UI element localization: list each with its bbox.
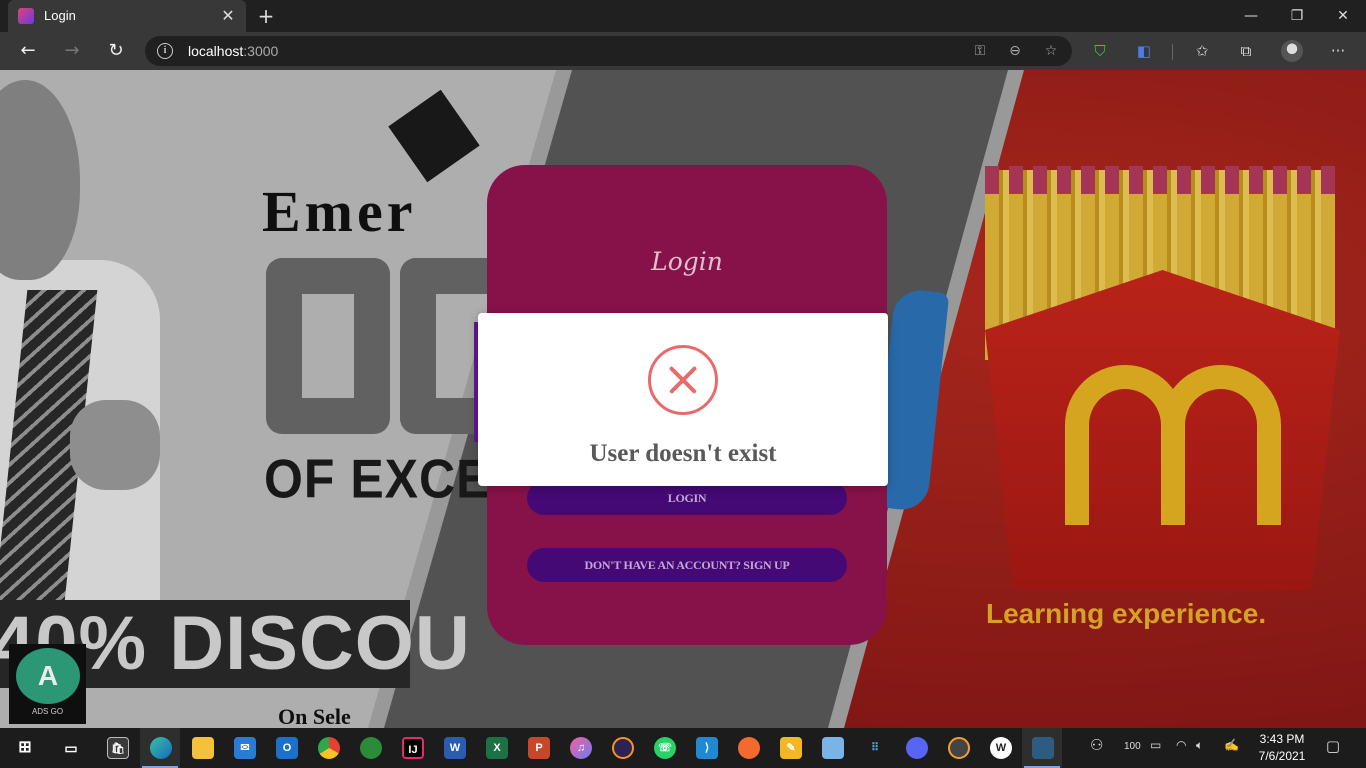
- taskbar-eclipse[interactable]: [602, 728, 642, 768]
- back-button[interactable]: ←: [15, 39, 41, 63]
- virtualbox-icon: [822, 737, 844, 759]
- browser-tab-bar: Login ✕ + — ❐ ✕: [0, 0, 1366, 32]
- chrome-icon: [318, 737, 340, 759]
- tab-title: Login: [44, 8, 76, 23]
- extension-icon[interactable]: ◧: [1134, 41, 1154, 61]
- error-icon: [648, 345, 718, 415]
- tab-login[interactable]: Login ✕: [8, 0, 246, 32]
- taskbar-virtualbox[interactable]: [812, 728, 852, 768]
- favorites-icon[interactable]: ✩: [1192, 41, 1212, 61]
- outlook-icon: O: [276, 737, 298, 759]
- address-bar[interactable]: i localhost:3000 ⚿ ⊖ ☆: [145, 36, 1072, 66]
- git-icon: [360, 737, 382, 759]
- page-viewport: Emer OF EXCE 40% DISCOU On Sele A ADS GO…: [0, 70, 1366, 728]
- taskbar-word[interactable]: W: [434, 728, 474, 768]
- taskbar-brave[interactable]: [728, 728, 768, 768]
- wordpress-icon: W: [990, 737, 1012, 759]
- folder-icon: [192, 737, 214, 759]
- task-view-icon: ▭: [64, 740, 78, 756]
- media-icon: [948, 737, 970, 759]
- itunes-icon: ♫: [570, 737, 592, 759]
- address-port: :3000: [243, 43, 279, 59]
- store-icon: 🛍: [107, 737, 129, 759]
- taskbar-powerpoint[interactable]: P: [518, 728, 558, 768]
- clock-date: 7/6/2021: [1258, 749, 1306, 763]
- battery-percent-icon[interactable]: 100: [1124, 741, 1141, 752]
- taskbar-intellij[interactable]: IJ: [392, 728, 432, 768]
- windows-taskbar: ⊞ ▭ 🛍 ✉ O IJ W X P ♫ ☏ ⟩ ✎ ⠿ W ⚇ 100 ▭ ◠…: [0, 728, 1366, 768]
- refresh-button[interactable]: ↻: [103, 39, 129, 63]
- clock-time: 3:43 PM: [1259, 732, 1305, 746]
- taskbar-mysql-workbench[interactable]: [1022, 728, 1062, 768]
- taskbar-discord[interactable]: [896, 728, 936, 768]
- address-host: localhost: [188, 43, 244, 59]
- key-icon[interactable]: ⚿: [970, 41, 990, 61]
- edge-icon: [150, 737, 172, 759]
- forward-button[interactable]: →: [59, 39, 85, 63]
- taskbar-itunes[interactable]: ♫: [560, 728, 600, 768]
- restore-button[interactable]: ❐: [1274, 0, 1320, 32]
- close-window-button[interactable]: ✕: [1320, 0, 1366, 32]
- mysql-workbench-icon: [1032, 737, 1054, 759]
- pen-icon[interactable]: ✍: [1224, 738, 1239, 752]
- alert-message: User doesn't exist: [589, 440, 777, 467]
- battery-icon[interactable]: ▭: [1150, 738, 1161, 752]
- taskbar-whatsapp[interactable]: ☏: [644, 728, 684, 768]
- add-favorite-icon[interactable]: ☆: [1041, 41, 1061, 61]
- taskbar-outlook[interactable]: O: [266, 728, 306, 768]
- start-button[interactable]: ⊞: [4, 728, 44, 768]
- app-favicon-icon: [18, 8, 34, 24]
- collections-icon[interactable]: ⧉: [1236, 41, 1256, 61]
- toolbar-divider: [1172, 44, 1173, 60]
- more-menu-icon[interactable]: ···: [1328, 41, 1348, 61]
- address-text[interactable]: localhost:3000: [188, 43, 278, 59]
- taskbar-mail[interactable]: ✉: [224, 728, 264, 768]
- system-clock[interactable]: 3:43 PM 7/6/2021: [1252, 731, 1312, 765]
- taskbar-file-explorer[interactable]: [182, 728, 222, 768]
- word-icon: W: [444, 737, 466, 759]
- taskbar-sketch[interactable]: ✎: [770, 728, 810, 768]
- profile-avatar[interactable]: [1281, 40, 1303, 62]
- brave-icon: [738, 737, 760, 759]
- taskbar-anaconda[interactable]: ⠿: [854, 728, 894, 768]
- browser-toolbar: ← → ↻ i localhost:3000 ⚿ ⊖ ☆ ⛉ ◧ ✩ ⧉ ···: [0, 32, 1366, 70]
- windows-icon: ⊞: [18, 739, 32, 756]
- volume-icon[interactable]: 🔈︎: [1196, 738, 1203, 753]
- zoom-out-icon[interactable]: ⊖: [1005, 41, 1025, 61]
- sketch-icon: ✎: [780, 737, 802, 759]
- shield-extension-icon[interactable]: ⛉: [1090, 41, 1110, 61]
- people-icon[interactable]: ⚇: [1090, 736, 1103, 754]
- new-tab-button[interactable]: +: [254, 4, 278, 28]
- taskbar-vscode[interactable]: ⟩: [686, 728, 726, 768]
- discord-icon: [906, 737, 928, 759]
- taskbar-media-player[interactable]: [938, 728, 978, 768]
- taskbar-edge[interactable]: [140, 728, 180, 768]
- taskbar-chrome[interactable]: [308, 728, 348, 768]
- mail-icon: ✉: [234, 737, 256, 759]
- anaconda-icon: ⠿: [864, 737, 886, 759]
- taskbar-git[interactable]: [350, 728, 390, 768]
- tab-close-icon[interactable]: ✕: [218, 6, 238, 26]
- notification-center-icon[interactable]: ▢: [1322, 737, 1344, 757]
- taskbar-store[interactable]: 🛍: [97, 728, 137, 768]
- intellij-icon: IJ: [402, 737, 424, 759]
- task-view-button[interactable]: ▭: [50, 728, 90, 768]
- excel-icon: X: [486, 737, 508, 759]
- eclipse-icon: [612, 737, 634, 759]
- taskbar-wordpress[interactable]: W: [980, 728, 1020, 768]
- whatsapp-icon: ☏: [654, 737, 676, 759]
- minimize-button[interactable]: —: [1228, 0, 1274, 32]
- taskbar-excel[interactable]: X: [476, 728, 516, 768]
- vscode-icon: ⟩: [696, 737, 718, 759]
- error-alert-dialog: User doesn't exist: [478, 313, 888, 486]
- powerpoint-icon: P: [528, 737, 550, 759]
- wifi-icon[interactable]: ◠: [1176, 738, 1186, 752]
- site-info-icon[interactable]: i: [157, 43, 173, 59]
